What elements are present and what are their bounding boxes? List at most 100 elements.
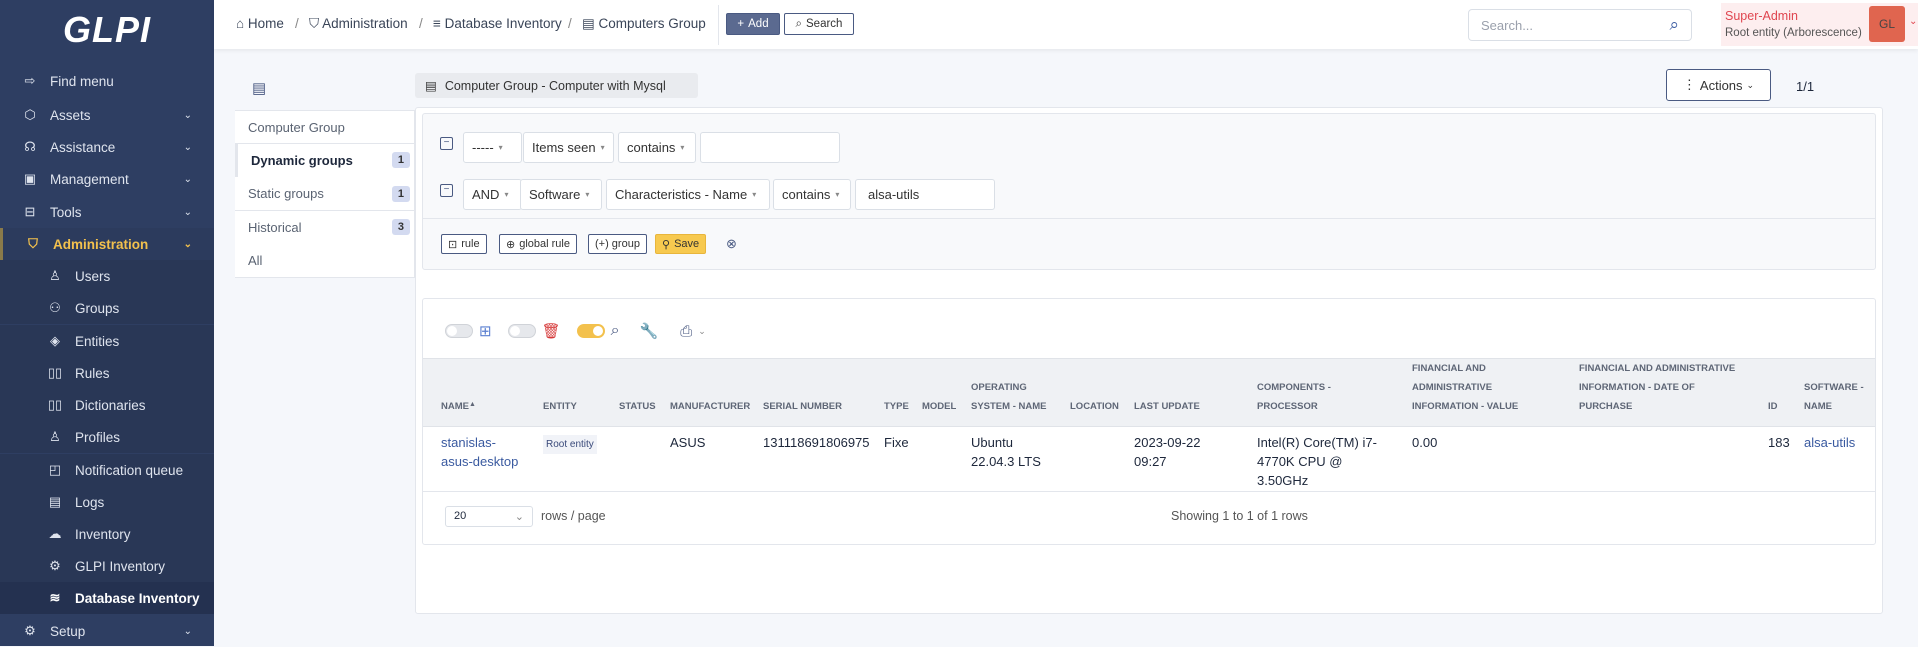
database-icon: ≡ [433,16,445,31]
add-rule-button[interactable]: ⊡ rule [441,234,487,254]
sidebar-item-label: Database Inventory [75,590,200,606]
column-header[interactable]: Last update [1116,358,1239,427]
sidebar-item-profiles[interactable]: ♙ Profiles [0,421,214,453]
column-header[interactable]: ID [1750,358,1786,427]
column-header[interactable]: Serial number [745,358,866,427]
page-title-text: Computer Group - Computer with Mysql [444,78,666,93]
criterion-field-select[interactable]: Characteristics - Name ▾ [606,179,770,210]
map-icon[interactable]: ⊞ [479,322,492,340]
search-icon[interactable]: ⌕ [611,322,620,340]
sidebar-item-rules[interactable]: ▯▯ Rules [0,357,214,389]
trash-toggle[interactable] [507,324,536,338]
tab-dynamic-groups[interactable]: Dynamic groups 1 [235,143,415,178]
column-header[interactable]: Financial and administrative information… [1561,358,1750,427]
list-icon[interactable]: ▤ [252,79,266,97]
sidebar-item-glpi-inventory[interactable]: ⚙ GLPI Inventory [0,550,214,582]
sidebar-item-notification-queue[interactable]: ◰ Notification queue [0,454,214,486]
breadcrumb-database-inventory[interactable]: ≡ Database Inventory [433,16,562,31]
column-header[interactable]: Location [1052,358,1119,427]
sidebar-item-database-inventory[interactable]: ≋ Database Inventory [0,582,214,614]
sidebar-item-logs[interactable]: ▤ Logs [0,486,214,518]
remove-criterion-icon[interactable]: − [440,137,453,150]
criterion-operator-select[interactable]: contains ▾ [618,132,696,163]
list-icon: ▤ [582,16,599,31]
column-header[interactable]: Model [904,358,956,427]
table-cell: ASUS [670,435,706,450]
add-global-rule-button[interactable]: ⊕ global rule [499,234,577,254]
column-header[interactable]: Manufacturer [652,358,750,427]
map-toggle[interactable] [445,324,473,338]
item-link[interactable]: stanislas-asus-desktop [441,435,518,469]
sidebar-item-label: Administration [53,236,149,252]
column-header[interactable]: Status [601,358,656,427]
column-header[interactable]: Financial and administrative information… [1394,358,1561,427]
save-search-button[interactable]: ⚲ Save [655,234,707,254]
search-button[interactable]: ⌕ Search [784,13,854,35]
user-icon: ♙ [49,268,61,283]
table-cell [1561,427,1750,495]
breadcrumb-computers-group[interactable]: ▤ Computers Group [582,16,706,32]
column-header[interactable]: Components - Processor [1239,358,1394,427]
sidebar-item-users[interactable]: ♙ Users [0,260,214,292]
criterion-link-select[interactable]: ----- ▾ [463,132,522,163]
column-header[interactable]: Software - Name [1786,358,1875,427]
criterion-operator-text: contains [782,187,831,202]
column-header[interactable]: Name ▲ [423,358,525,427]
headset-icon: ☊ [24,139,36,154]
wrench-icon[interactable]: 🔧 [640,322,659,340]
criterion-field-select[interactable]: Items seen ▾ [523,132,614,163]
sort-asc-icon[interactable]: ▲ [469,395,476,414]
sidebar-item-setup[interactable]: ⚙ Setup ⌄ [0,615,214,647]
sidebar-item-label: Assistance [50,139,116,155]
user-menu[interactable]: Super-Admin Root entity (Arborescence) G… [1721,3,1918,46]
sidebar-item-assistance[interactable]: ☊ Assistance ⌄ [0,131,214,163]
criterion-value-input[interactable] [700,132,840,163]
sidebar-item-administration[interactable]: ⛉ Administration ⌄ [0,228,214,260]
column-header[interactable]: Operating System - Name [953,358,1052,427]
table-cell: Fixe [884,435,909,450]
plus-icon: + [737,18,745,30]
reset-icon[interactable]: ⊗ [726,236,737,252]
breadcrumb-label: Database Inventory [444,16,562,31]
table-row[interactable]: stanislas-asus-desktop Root entity ASUS 131… [423,427,1875,495]
avatar[interactable]: GL [1869,6,1905,42]
criterion-itemtype-select[interactable]: Software ▾ [520,179,602,210]
add-button[interactable]: + Add [726,13,780,35]
criterion-operator-select[interactable]: contains ▾ [773,179,851,210]
criterion-link-select[interactable]: AND ▾ [463,179,522,210]
sidebar-item-find-menu[interactable]: ⇨ Find menu [0,65,214,97]
sidebar-item-entities[interactable]: ◈ Entities [0,325,214,357]
item-link[interactable]: alsa-utils [1804,435,1855,450]
sidebar-item-tools[interactable]: ⊟ Tools ⌄ [0,196,214,228]
sidebar-item-inventory[interactable]: ☁ Inventory [0,518,214,550]
sidebar-item-management[interactable]: ▣ Management ⌄ [0,163,214,195]
global-search-input[interactable]: Search... ⌕ [1468,9,1692,41]
entity-name: Root entity (Arborescence) [1725,27,1862,39]
breadcrumb-administration[interactable]: ⛉ Administration [309,16,408,32]
criterion-link-text: AND [472,187,500,202]
criterion-value-input[interactable]: alsa-utils [855,179,995,210]
actions-button[interactable]: ⋮ Actions ⌄ [1666,69,1771,101]
column-header[interactable]: Type [866,358,909,427]
sidebar-item-groups[interactable]: ⚇ Groups [0,292,214,324]
add-group-button[interactable]: (+) group [588,234,647,254]
glpi-logo[interactable]: GLPI [0,0,214,60]
sidebar-item-label: Rules [75,365,110,381]
table-cell: 2023-09-22 09:27 [1134,435,1201,469]
rows-per-page-select[interactable]: 20 ⌄ [445,506,533,527]
tab-all[interactable]: All [235,244,415,278]
export-icon[interactable]: ⎙ [680,323,692,340]
breadcrumb-home[interactable]: ⌂ Home [236,16,284,31]
trash-icon[interactable]: 🗑 [542,322,561,340]
results-table: Name ▲ Entity Status Manufacturer Serial numb… [423,358,1875,495]
layers-icon: ◈ [50,333,60,348]
remove-criterion-icon[interactable]: − [440,184,453,197]
search-toggle[interactable] [576,324,605,338]
search-icon[interactable]: ⌕ [1669,15,1679,35]
tab-static-groups[interactable]: Static groups 1 [235,177,415,211]
tab-computer-group[interactable]: Computer Group [235,110,415,144]
tab-historical[interactable]: Historical 3 [235,210,415,245]
sidebar-item-dictionaries[interactable]: ▯▯ Dictionaries [0,389,214,421]
sidebar-item-assets[interactable]: ⬡ Assets ⌄ [0,99,214,131]
column-header[interactable]: Entity [525,358,601,427]
